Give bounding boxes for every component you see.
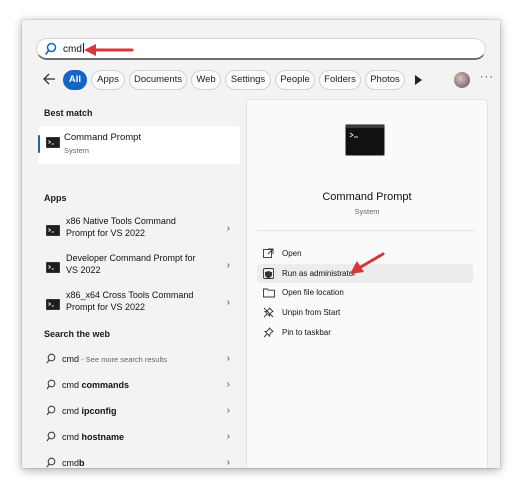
- unpin-icon: [263, 307, 274, 318]
- more-options-icon[interactable]: ···: [480, 71, 494, 83]
- web-result-label: cmd ipconfig: [62, 406, 117, 416]
- filter-web[interactable]: Web: [191, 70, 221, 90]
- avatar[interactable]: [454, 72, 470, 88]
- chevron-right-icon[interactable]: ›: [227, 353, 230, 364]
- more-filters-play-icon[interactable]: [414, 75, 422, 85]
- search-icon: [46, 353, 56, 364]
- shield-icon: [263, 268, 274, 279]
- search-icon: [46, 379, 56, 390]
- command-prompt-icon: [46, 137, 60, 148]
- search-web-heading: Search the web: [44, 329, 111, 339]
- start-search-window: cmd All Apps Documents Web Settings Peop…: [22, 20, 500, 468]
- action-open-file-location[interactable]: Open file location: [257, 283, 473, 302]
- action-label: Run as administrator: [282, 269, 356, 278]
- search-icon: [46, 431, 56, 442]
- details-title: Command Prompt: [322, 191, 412, 203]
- command-prompt-large-icon: [345, 124, 385, 156]
- web-query: cmd: [62, 432, 82, 442]
- web-result-cmd-commands[interactable]: cmd commands ›: [38, 374, 240, 396]
- action-unpin-from-start[interactable]: Unpin from Start: [257, 303, 473, 322]
- web-result-cmdb[interactable]: cmdb ›: [38, 452, 240, 468]
- web-query: cmd: [62, 380, 82, 390]
- selection-indicator: [38, 135, 40, 153]
- chevron-right-icon[interactable]: ›: [227, 405, 230, 416]
- web-result-label: cmd hostname: [62, 432, 124, 442]
- web-query-completion: hostname: [81, 432, 125, 442]
- web-query-completion: commands: [81, 380, 130, 390]
- back-arrow-icon[interactable]: [42, 72, 56, 86]
- action-pin-to-taskbar[interactable]: Pin to taskbar: [257, 323, 473, 342]
- search-icon: [46, 405, 56, 416]
- open-icon: [263, 248, 274, 258]
- search-input[interactable]: cmd: [63, 43, 84, 55]
- chevron-right-icon[interactable]: ›: [227, 297, 230, 308]
- web-query: cmd: [62, 354, 80, 364]
- web-result-label: cmd commands: [62, 380, 129, 390]
- filter-folders[interactable]: Folders: [319, 70, 361, 90]
- filter-all[interactable]: All: [63, 70, 87, 90]
- chevron-right-icon[interactable]: ›: [227, 431, 230, 442]
- best-match-heading: Best match: [44, 108, 93, 118]
- web-query-completion: ipconfig: [81, 406, 117, 416]
- app-label-line1: x86 Native Tools Command: [66, 216, 176, 226]
- best-match-item[interactable]: Command Prompt System: [38, 126, 240, 164]
- action-label: Open: [282, 249, 302, 258]
- app-label-line1: Developer Command Prompt for: [66, 253, 196, 263]
- web-query: cmd: [62, 406, 82, 416]
- details-subtitle: System: [354, 207, 380, 216]
- web-query-completion: b: [79, 458, 85, 468]
- chevron-right-icon[interactable]: ›: [227, 223, 230, 234]
- details-panel: Command Prompt System Open Run as admini…: [246, 99, 488, 468]
- app-label-line1: x86_x64 Cross Tools Command: [66, 290, 194, 300]
- results-list: Best match Command Prompt System Apps x8…: [36, 100, 242, 468]
- web-result-cmd-ipconfig[interactable]: cmd ipconfig ›: [38, 400, 240, 422]
- filter-row: All Apps Documents Web Settings People F…: [36, 70, 494, 92]
- web-result-cmd[interactable]: cmd - See more search results ›: [38, 348, 240, 370]
- web-result-cmd-hostname[interactable]: cmd hostname ›: [38, 426, 240, 448]
- pin-icon: [263, 327, 274, 338]
- search-icon: [45, 42, 57, 55]
- chevron-right-icon[interactable]: ›: [227, 260, 230, 271]
- web-result-hint: - See more search results: [79, 355, 167, 364]
- command-prompt-icon: [46, 225, 60, 236]
- filter-documents[interactable]: Documents: [129, 70, 187, 90]
- filter-apps[interactable]: Apps: [91, 70, 125, 90]
- folder-icon: [263, 288, 275, 298]
- app-label-line2: VS 2022: [66, 265, 101, 275]
- app-result-label: x86_x64 Cross Tools Command Prompt for VS…: [66, 289, 214, 313]
- annotation-arrow-run-as-admin: [350, 252, 385, 274]
- filter-settings[interactable]: Settings: [225, 70, 271, 90]
- action-label: Unpin from Start: [282, 308, 341, 317]
- command-prompt-icon: [46, 262, 60, 273]
- apps-heading: Apps: [44, 193, 67, 203]
- command-prompt-icon: [46, 299, 60, 310]
- chevron-right-icon[interactable]: ›: [227, 379, 230, 390]
- app-result-x86-native[interactable]: x86 Native Tools Command Prompt for VS 20…: [38, 212, 240, 248]
- action-label: Pin to taskbar: [282, 328, 331, 337]
- action-label: Open file location: [282, 288, 344, 297]
- best-match-title: Command Prompt: [64, 132, 142, 143]
- search-query: cmd: [63, 44, 82, 55]
- chevron-right-icon[interactable]: ›: [227, 457, 230, 468]
- app-result-label: Developer Command Prompt for VS 2022: [66, 252, 214, 276]
- web-result-label: cmd - See more search results: [62, 354, 167, 364]
- search-icon: [46, 457, 56, 468]
- filter-photos[interactable]: Photos: [365, 70, 405, 90]
- best-match-subtitle: System: [64, 146, 90, 155]
- filter-people[interactable]: People: [275, 70, 315, 90]
- web-result-label: cmdb: [62, 458, 85, 468]
- annotation-arrow-search: [84, 44, 134, 56]
- app-result-x86-x64-cross[interactable]: x86_x64 Cross Tools Command Prompt for VS…: [38, 286, 240, 322]
- app-result-developer-prompt[interactable]: Developer Command Prompt for VS 2022 ›: [38, 249, 240, 285]
- web-query: cmd: [62, 458, 80, 468]
- app-label-line2: Prompt for VS 2022: [66, 228, 146, 238]
- app-result-label: x86 Native Tools Command Prompt for VS 20…: [66, 215, 214, 239]
- details-divider: [257, 230, 475, 231]
- app-label-line2: Prompt for VS 2022: [66, 302, 146, 312]
